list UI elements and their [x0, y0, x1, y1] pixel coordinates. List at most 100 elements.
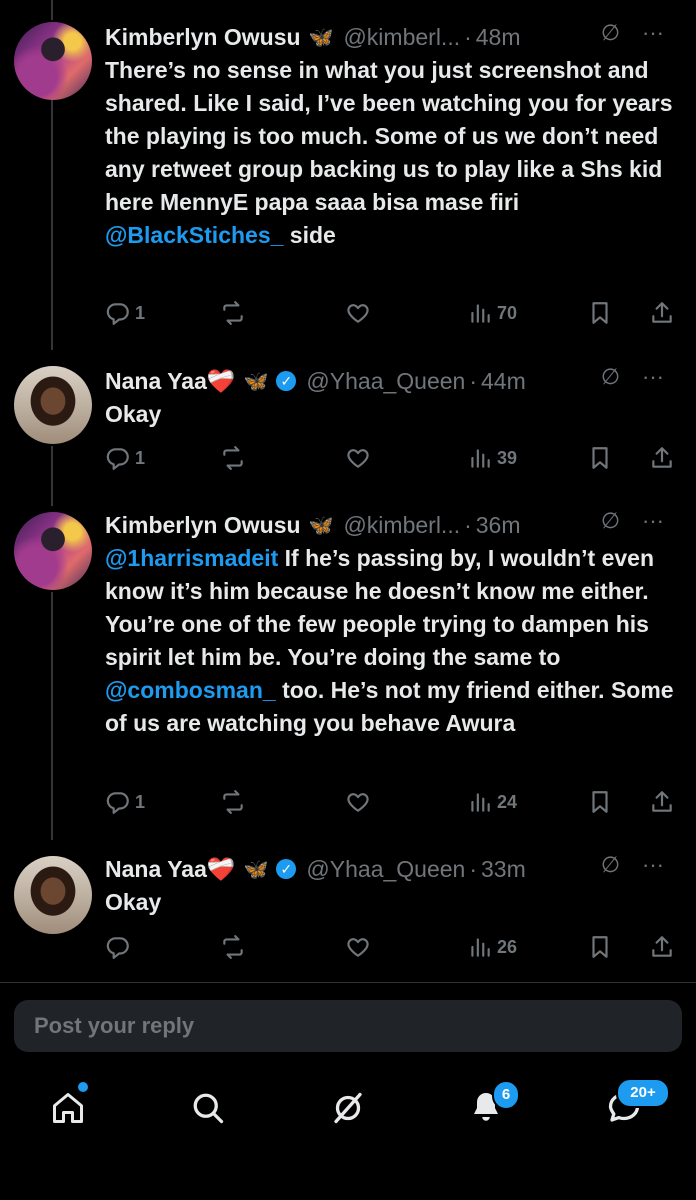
display-name[interactable]: Nana Yaa❤️‍🩹 [105, 368, 236, 395]
thread-line [51, 592, 53, 840]
reply-button[interactable]: 1 [105, 445, 145, 471]
tab-search[interactable] [190, 1090, 230, 1130]
avatar[interactable] [14, 22, 92, 100]
views-button[interactable]: 70 [467, 300, 517, 326]
butterfly-emoji: 🦋 [243, 370, 269, 393]
mention-link[interactable]: @combosman_ [105, 677, 276, 703]
views-count: 24 [497, 791, 518, 812]
more-icon[interactable]: ··· [642, 508, 664, 534]
like-button[interactable] [345, 934, 371, 960]
more-icon[interactable]: ··· [642, 852, 664, 878]
separator-dot: · [464, 511, 472, 538]
views-button[interactable]: 26 [467, 934, 517, 960]
grok-icon [334, 1092, 362, 1124]
tweet-header: Kimberlyn Owusu 🦋 @kimberl... · 48m [105, 20, 682, 54]
retweet-button[interactable] [220, 934, 246, 960]
bookmark-icon [592, 936, 608, 958]
bookmark-button[interactable] [587, 445, 613, 471]
display-name[interactable]: Kimberlyn Owusu [105, 512, 301, 539]
views-icon [471, 304, 490, 323]
views-count: 70 [497, 302, 518, 323]
retweet-button[interactable] [220, 445, 246, 471]
bookmark-button[interactable] [587, 789, 613, 815]
reply-button[interactable]: 1 [105, 300, 145, 326]
views-count: 39 [497, 447, 518, 468]
verified-icon: ✓ [276, 371, 297, 391]
avatar[interactable] [14, 512, 92, 590]
handle[interactable]: @Yhaa_Queen [306, 856, 465, 883]
timestamp[interactable]: 36m [476, 512, 521, 539]
more-icon[interactable]: ··· [642, 364, 664, 390]
views-count: 26 [497, 936, 518, 957]
reply-button[interactable]: 1 [105, 789, 145, 815]
share-button[interactable] [649, 934, 675, 960]
butterfly-emoji: 🦋 [243, 858, 269, 881]
divider [0, 982, 696, 983]
share-icon [652, 302, 672, 323]
reply-input[interactable]: Post your reply [14, 1000, 682, 1052]
grok-icon[interactable]: ∅ [601, 364, 620, 390]
tweet-text: @1harrismadeit If he’s passing by, I wou… [105, 542, 682, 740]
mention-link[interactable]: @BlackStiches_ [105, 222, 283, 248]
separator-dot: · [469, 367, 478, 394]
tweet-actions: 26 [105, 932, 682, 962]
like-button[interactable] [345, 300, 371, 326]
heart-icon [347, 938, 369, 957]
views-icon [471, 938, 490, 957]
home-unread-dot [78, 1082, 88, 1092]
tab-notifications[interactable]: 6 [468, 1080, 520, 1130]
like-button[interactable] [345, 789, 371, 815]
thread-line [51, 100, 53, 350]
handle[interactable]: @kimberl... [343, 512, 460, 539]
retweet-icon [223, 790, 243, 814]
grok-icon[interactable]: ∅ [601, 852, 620, 878]
display-name[interactable]: Kimberlyn Owusu [105, 24, 301, 51]
share-icon [652, 936, 672, 957]
bookmark-button[interactable] [587, 934, 613, 960]
retweet-button[interactable] [220, 789, 246, 815]
share-icon [652, 791, 672, 812]
bookmark-icon [592, 447, 608, 469]
more-icon[interactable]: ··· [642, 20, 664, 46]
reply-count: 1 [135, 302, 146, 323]
views-button[interactable]: 24 [467, 789, 517, 815]
avatar[interactable] [14, 856, 92, 934]
timestamp[interactable]: 48m [476, 24, 521, 51]
grok-icon[interactable]: ∅ [601, 20, 620, 46]
avatar[interactable] [14, 366, 92, 444]
tweet-text: Okay [105, 886, 682, 919]
share-button[interactable] [649, 300, 675, 326]
bookmark-button[interactable] [587, 300, 613, 326]
retweet-button[interactable] [220, 300, 246, 326]
reply-count: 1 [135, 791, 146, 812]
timestamp[interactable]: 33m [481, 856, 526, 883]
grok-icon[interactable]: ∅ [601, 508, 620, 534]
views-icon [471, 449, 490, 468]
share-button[interactable] [649, 445, 675, 471]
butterfly-emoji: 🦋 [308, 26, 334, 49]
mention-link[interactable]: @1harrismadeit [105, 545, 278, 571]
heart-icon [347, 304, 369, 323]
timestamp[interactable]: 44m [481, 368, 526, 395]
butterfly-emoji: 🦋 [308, 514, 334, 537]
views-icon [471, 793, 490, 812]
separator-dot: · [469, 855, 478, 882]
tab-home[interactable] [50, 1082, 90, 1130]
tweet-text-segment: Okay [105, 401, 162, 427]
separator-dot: · [464, 23, 472, 50]
tweet-text-segment: Okay [105, 889, 162, 915]
like-button[interactable] [345, 445, 371, 471]
reply-button[interactable] [105, 934, 135, 960]
retweet-icon [223, 935, 243, 959]
tweet-header: Nana Yaa❤️‍🩹 🦋 ✓ @Yhaa_Queen · 33m [105, 852, 682, 886]
handle[interactable]: @kimberl... [343, 24, 460, 51]
thread-line [51, 0, 53, 20]
tab-messages[interactable]: 20+ [606, 1078, 670, 1130]
verified-icon: ✓ [276, 859, 297, 879]
handle[interactable]: @Yhaa_Queen [306, 368, 465, 395]
views-button[interactable]: 39 [467, 445, 517, 471]
share-button[interactable] [649, 789, 675, 815]
tab-grok[interactable] [330, 1090, 370, 1130]
display-name[interactable]: Nana Yaa❤️‍🩹 [105, 856, 236, 883]
notifications-badge: 6 [492, 1080, 520, 1110]
